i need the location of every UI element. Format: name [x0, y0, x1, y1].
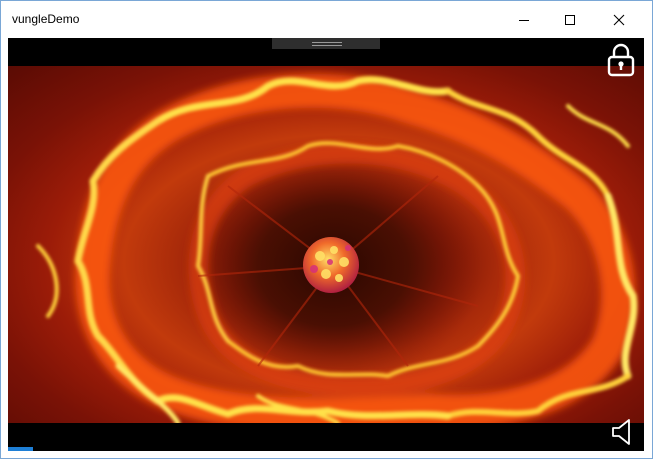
lock-icon	[607, 43, 635, 77]
progress-fill	[8, 447, 34, 451]
video-player	[8, 38, 644, 451]
maximize-button[interactable]	[547, 1, 593, 38]
title-bar[interactable]: vungleDemo	[1, 1, 652, 38]
drag-handle-icon	[312, 42, 342, 43]
minimize-button[interactable]	[501, 1, 547, 38]
speaker-icon	[612, 419, 630, 445]
app-window: vungleDemo	[0, 0, 653, 459]
drag-handle-icon-line	[312, 45, 342, 46]
lock-button[interactable]	[606, 43, 636, 77]
sound-button[interactable]	[610, 418, 634, 446]
drag-handle[interactable]	[272, 38, 380, 49]
close-button[interactable]	[596, 1, 642, 38]
close-icon	[613, 14, 625, 25]
video-frame[interactable]	[8, 66, 644, 423]
minimize-icon	[519, 19, 529, 21]
maximize-icon	[565, 14, 575, 25]
fire-ring-image	[36, 73, 638, 423]
progress-bar[interactable]	[8, 447, 644, 451]
window-title: vungleDemo	[12, 12, 80, 26]
